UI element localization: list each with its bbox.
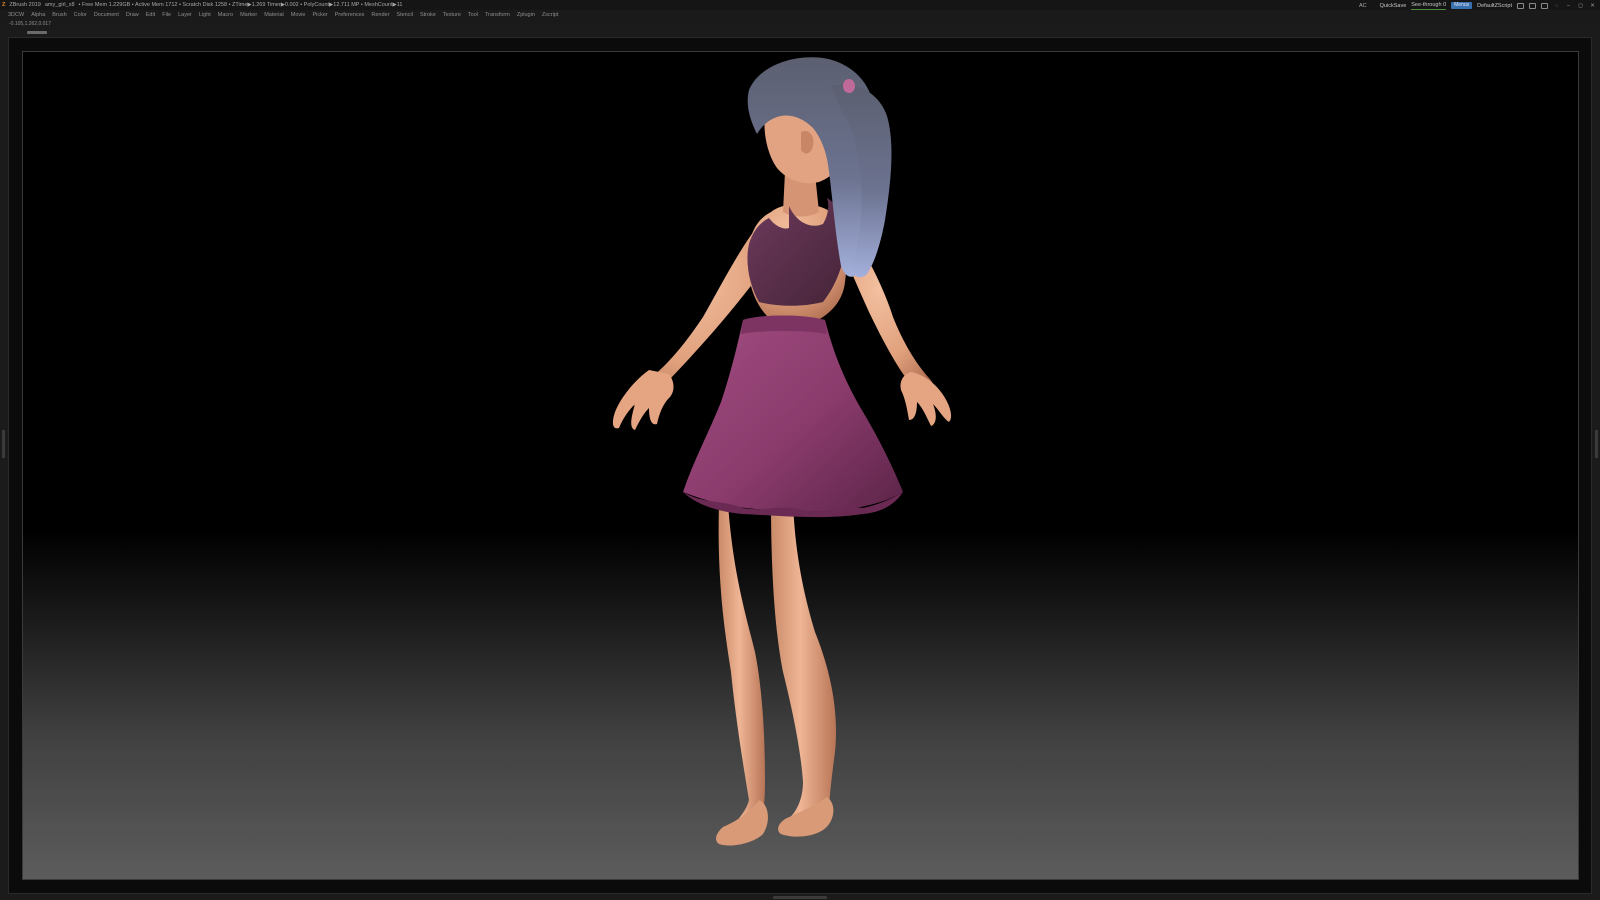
menu-item-movie[interactable]: Movie: [291, 10, 306, 20]
menu-item-draw[interactable]: Draw: [126, 10, 139, 20]
3d-viewport[interactable]: [22, 51, 1579, 880]
interface-icon[interactable]: [1541, 2, 1548, 9]
menu-item-alpha[interactable]: Alpha: [31, 10, 45, 20]
title-bar: Z ZBrush 2019 amy_girl_x8 • Free Mem 1.2…: [0, 0, 1600, 10]
layout-icon[interactable]: [1517, 2, 1524, 9]
menu-item-light[interactable]: Light: [199, 10, 211, 20]
main-menu-bar: 3DCW Alpha Brush Color Document Draw Edit File L…: [0, 10, 1600, 20]
menu-item-tool[interactable]: Tool: [468, 10, 478, 20]
menu-item-file[interactable]: File: [162, 10, 171, 20]
palette-icon[interactable]: [1529, 2, 1536, 9]
left-hand: [612, 370, 674, 430]
menu-item-stencil[interactable]: Stencil: [396, 10, 413, 20]
app-name: ZBrush 2019: [9, 2, 41, 8]
restore-icon[interactable]: ◻: [1577, 1, 1584, 11]
menu-item-zscript[interactable]: Zscript: [542, 10, 559, 20]
zbrush-logo-icon: Z: [2, 2, 6, 8]
menu-item-3dcw[interactable]: 3DCW: [8, 10, 24, 20]
quicksave-button[interactable]: QuickSave: [1380, 1, 1407, 11]
menu-item-texture[interactable]: Texture: [443, 10, 461, 20]
close-icon[interactable]: ✕: [1589, 1, 1596, 11]
ac-toggle[interactable]: AC: [1359, 1, 1367, 11]
menu-item-macro[interactable]: Macro: [218, 10, 233, 20]
left-tray-handle[interactable]: [2, 430, 5, 458]
right-leg: [771, 502, 837, 832]
menu-item-transform[interactable]: Transform: [485, 10, 510, 20]
lock-icon[interactable]: ◌: [1553, 1, 1560, 11]
memory-stats: • Free Mem 1.229GB • Active Mem 1712 • S…: [78, 2, 403, 8]
menu-item-render[interactable]: Render: [371, 10, 389, 20]
left-foot: [716, 800, 768, 846]
menu-item-brush[interactable]: Brush: [52, 10, 66, 20]
hair-tie: [843, 79, 855, 93]
menu-item-marker[interactable]: Marker: [240, 10, 257, 20]
menu-item-material[interactable]: Material: [264, 10, 284, 20]
menu-item-preferences[interactable]: Preferences: [335, 10, 365, 20]
file-name: amy_girl_x8: [44, 2, 75, 8]
bottom-tray-handle[interactable]: [773, 896, 827, 899]
right-hand: [900, 372, 952, 426]
shelf-scroll-handle[interactable]: [27, 31, 47, 34]
minimize-icon[interactable]: –: [1565, 1, 1572, 11]
character-model[interactable]: [23, 52, 1579, 880]
right-tray-handle[interactable]: [1595, 430, 1598, 458]
menu-item-color[interactable]: Color: [74, 10, 87, 20]
skirt: [683, 315, 903, 512]
coordinate-readout: -0.105,1.262,0.017: [0, 20, 1600, 30]
menu-item-layer[interactable]: Layer: [178, 10, 192, 20]
menu-item-picker[interactable]: Picker: [312, 10, 327, 20]
menu-item-document[interactable]: Document: [94, 10, 119, 20]
menu-item-edit[interactable]: Edit: [146, 10, 155, 20]
default-zscript-button[interactable]: DefaultZScript: [1477, 1, 1512, 11]
menu-item-zplugin[interactable]: Zplugin: [517, 10, 535, 20]
menus-toggle[interactable]: Menus: [1451, 2, 1473, 9]
menu-item-stroke[interactable]: Stroke: [420, 10, 436, 20]
left-leg: [718, 504, 765, 842]
